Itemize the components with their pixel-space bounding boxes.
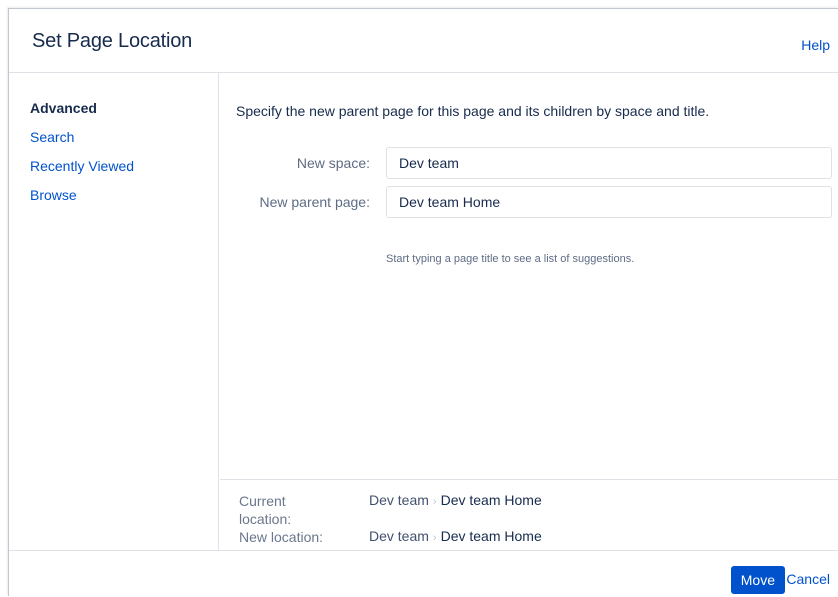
new-parent-page-label: New parent page: bbox=[259, 194, 370, 210]
sidebar-item-advanced[interactable]: Advanced bbox=[30, 100, 97, 116]
sidebar-item-browse[interactable]: Browse bbox=[30, 187, 77, 203]
new-location-page: Dev team Home bbox=[440, 528, 542, 544]
dialog-footer: Move Cancel bbox=[9, 550, 838, 597]
current-location-space: Dev team bbox=[369, 492, 429, 508]
set-page-location-dialog: Set Page Location Help Advanced Search R… bbox=[8, 8, 838, 596]
cancel-link[interactable]: Cancel bbox=[786, 571, 830, 587]
dialog-title: Set Page Location bbox=[32, 30, 193, 52]
sidebar: Advanced Search Recently Viewed Browse bbox=[9, 73, 219, 550]
new-location-breadcrumb: Dev team › Dev team Home bbox=[369, 528, 542, 544]
location-panel: Current location: Dev team › Dev team Home… bbox=[220, 479, 838, 550]
sidebar-item-recently-viewed[interactable]: Recently Viewed bbox=[30, 158, 134, 174]
new-parent-page-input[interactable]: Dev team Home bbox=[386, 186, 832, 218]
suggestions-hint: Start typing a page title to see a list … bbox=[386, 253, 635, 265]
instructions-text: Specify the new parent page for this pag… bbox=[236, 103, 710, 119]
move-button[interactable]: Move bbox=[730, 566, 785, 594]
current-location-breadcrumb: Dev team › Dev team Home bbox=[369, 492, 542, 508]
breadcrumb-separator: › bbox=[432, 532, 437, 544]
current-location-label: Current location: bbox=[239, 493, 292, 527]
help-link[interactable]: Help bbox=[801, 37, 830, 53]
breadcrumb-separator: › bbox=[432, 496, 437, 508]
dialog-header: Set Page Location Help bbox=[9, 9, 838, 73]
new-location-label: New location: bbox=[239, 529, 324, 545]
new-location-space: Dev team bbox=[369, 528, 429, 544]
current-location-page: Dev team Home bbox=[440, 492, 542, 508]
new-space-label: New space: bbox=[296, 155, 370, 171]
sidebar-item-search[interactable]: Search bbox=[30, 129, 74, 145]
new-space-input[interactable]: Dev team bbox=[386, 147, 832, 179]
